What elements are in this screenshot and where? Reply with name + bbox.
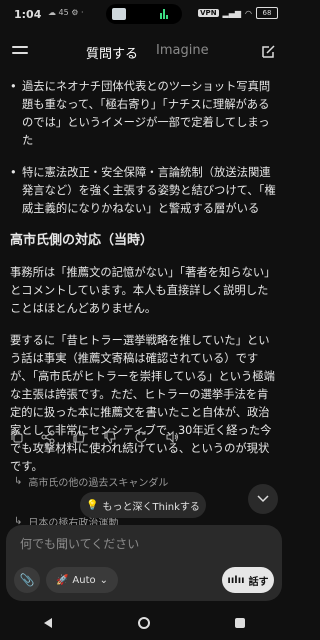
answer-content: • 過去にネオナチ団体代表とのツーショット写真問題も重なって、「極右寄り」「ナチ…	[10, 78, 278, 476]
wifi-icon: ◠	[245, 8, 252, 18]
bullet-dot: •	[10, 80, 17, 93]
chevron-down-icon: ⌄	[99, 574, 109, 586]
thumbs-up-icon[interactable]	[72, 430, 86, 444]
top-bar: 質問する Imagine	[0, 34, 288, 70]
input-placeholder[interactable]: 何でも聞いてください	[20, 535, 139, 552]
chevron-down-icon	[257, 495, 269, 503]
menu-icon[interactable]	[12, 46, 28, 58]
speak-button[interactable]: ıılıı 話す	[222, 567, 274, 593]
mode-selector[interactable]: 🚀 Auto ⌄	[46, 567, 118, 593]
audio-bars-icon	[160, 9, 172, 19]
speak-label: 話す	[248, 576, 269, 588]
bullet-text: 過去にネオナチ団体代表とのツーショット写真問題も重なって、「極右寄り」「ナチスに…	[22, 80, 271, 147]
vpn-badge: VPN	[198, 9, 219, 17]
recents-icon[interactable]	[234, 617, 246, 629]
think-label: もっと深くThinkする	[102, 501, 200, 513]
battery-icon: 68	[256, 7, 278, 19]
related-suggestion[interactable]: ↳ 高市氏の他の過去スキャンダル	[14, 474, 168, 489]
notification-icons: ☁ 45 ⚙ ·	[48, 8, 84, 17]
status-time: 1:04	[14, 8, 42, 21]
media-thumbnail-icon	[112, 8, 126, 20]
status-bar: 1:04 ☁ 45 ⚙ · VPN ▂▄▆ ◠ 68	[0, 0, 288, 28]
bullet-dot: •	[10, 166, 17, 179]
regenerate-icon[interactable]	[134, 430, 148, 444]
scroll-down-button[interactable]	[248, 484, 278, 514]
think-deeper-button[interactable]: 💡 もっと深くThinkする	[80, 492, 206, 518]
lightbulb-icon: 💡	[86, 499, 99, 511]
bullet-item: • 特に憲法改正・安全保障・言論統制（放送法関連発言など）を強く主張する姿勢と結…	[10, 164, 278, 218]
paperclip-icon: 📎	[19, 573, 35, 587]
system-navbar	[0, 606, 288, 640]
back-icon[interactable]	[42, 617, 54, 629]
compose-icon[interactable]	[260, 44, 276, 60]
waveform-icon: ıılıı	[227, 574, 245, 586]
media-pill[interactable]	[106, 4, 182, 24]
signal-icon: ▂▄▆	[222, 8, 242, 18]
arrow-return-icon: ↳	[14, 476, 23, 487]
thumbs-down-icon[interactable]	[103, 430, 117, 444]
speaker-icon[interactable]	[165, 430, 179, 444]
section-heading: 高市氏側の対応（当時）	[10, 233, 154, 248]
attach-button[interactable]: 📎	[14, 567, 40, 593]
rocket-icon: 🚀	[55, 574, 69, 586]
home-icon[interactable]	[137, 616, 151, 630]
share-icon[interactable]	[41, 430, 55, 444]
bullet-text: 特に憲法改正・安全保障・言論統制（放送法関連発言など）を強く主張する姿勢と結びつ…	[22, 166, 276, 215]
paragraph: 事務所は「推薦文の記憶がない」「著者を知らない」とコメントしています。本人も直接…	[10, 266, 276, 315]
status-right: VPN ▂▄▆ ◠ 68	[198, 7, 278, 19]
tab-ask[interactable]: 質問する	[86, 43, 138, 62]
tab-imagine[interactable]: Imagine	[156, 43, 209, 58]
related-label: 高市氏の他の過去スキャンダル	[28, 478, 169, 489]
chat-input-box[interactable]: 何でも聞いてください 📎 🚀 Auto ⌄ ıılıı 話す	[6, 525, 282, 601]
message-actions	[10, 430, 210, 446]
paragraph: 要するに「昔ヒトラー選挙戦略を推していた」という話は事実（推薦文寄稿は確認されて…	[10, 334, 275, 473]
copy-icon[interactable]	[10, 430, 24, 444]
bullet-item: • 過去にネオナチ団体代表とのツーショット写真問題も重なって、「極右寄り」「ナチ…	[10, 78, 278, 150]
mode-label: Auto	[72, 574, 96, 586]
